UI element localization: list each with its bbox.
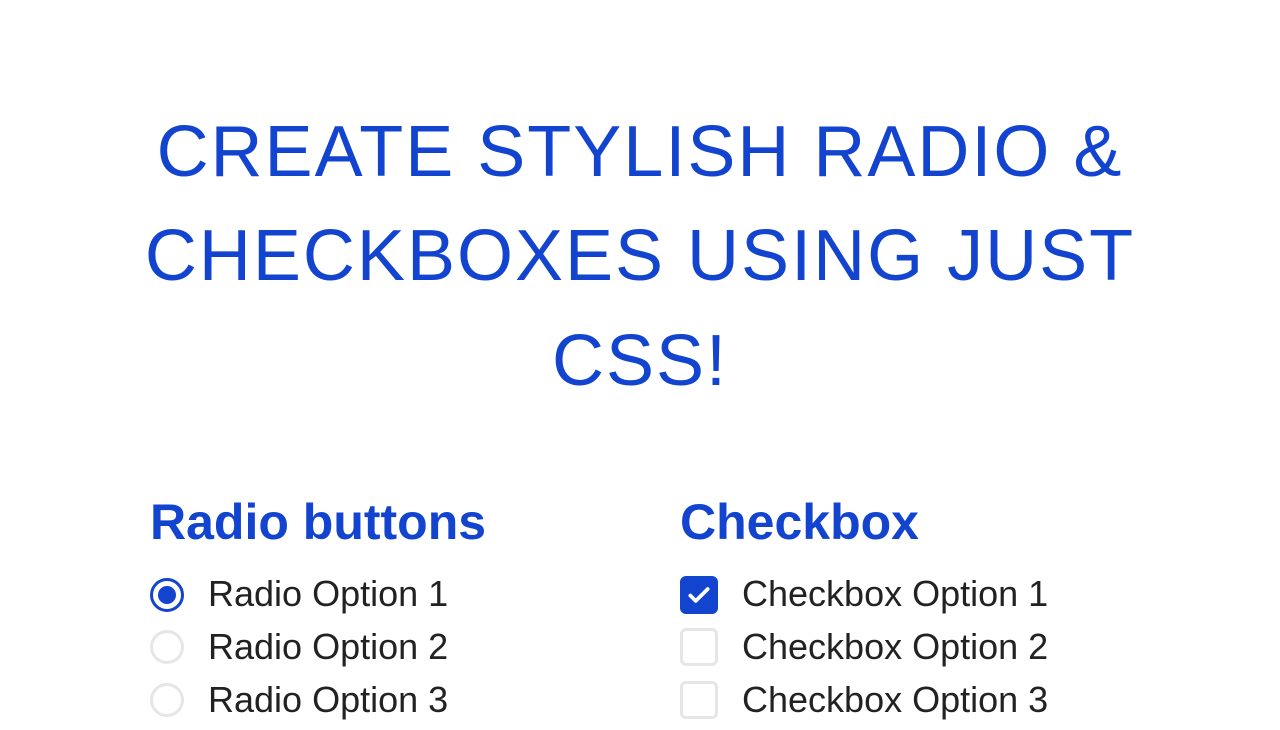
check-icon <box>686 582 712 608</box>
checkbox-option-2[interactable]: Checkbox Option 2 <box>680 624 1130 671</box>
radio-icon <box>150 578 184 612</box>
checkbox-option-label: Checkbox Option 2 <box>742 624 1048 671</box>
columns: Radio buttons Radio Option 1 Radio Optio… <box>110 493 1170 729</box>
page-title: CREATE STYLISH RADIO & CHECKBOXES USING … <box>110 100 1170 413</box>
checkbox-icon <box>680 576 718 614</box>
radio-option-label: Radio Option 2 <box>208 624 448 671</box>
checkbox-option-label: Checkbox Option 1 <box>742 571 1048 618</box>
checkbox-option-3[interactable]: Checkbox Option 3 <box>680 677 1130 724</box>
checkbox-icon <box>680 628 718 666</box>
checkbox-option-1[interactable]: Checkbox Option 1 <box>680 571 1130 618</box>
radio-icon <box>150 683 184 717</box>
radio-option-3[interactable]: Radio Option 3 <box>150 677 600 724</box>
checkbox-section: Checkbox Checkbox Option 1 Checkbox Opti… <box>680 493 1130 729</box>
checkbox-icon <box>680 681 718 719</box>
page: CREATE STYLISH RADIO & CHECKBOXES USING … <box>0 0 1280 720</box>
radio-section: Radio buttons Radio Option 1 Radio Optio… <box>150 493 600 729</box>
radio-option-1[interactable]: Radio Option 1 <box>150 571 600 618</box>
checkbox-option-label: Checkbox Option 3 <box>742 677 1048 724</box>
radio-icon <box>150 630 184 664</box>
radio-option-label: Radio Option 1 <box>208 571 448 618</box>
checkbox-heading: Checkbox <box>680 493 1130 551</box>
radio-option-label: Radio Option 3 <box>208 677 448 724</box>
radio-heading: Radio buttons <box>150 493 600 551</box>
radio-option-2[interactable]: Radio Option 2 <box>150 624 600 671</box>
